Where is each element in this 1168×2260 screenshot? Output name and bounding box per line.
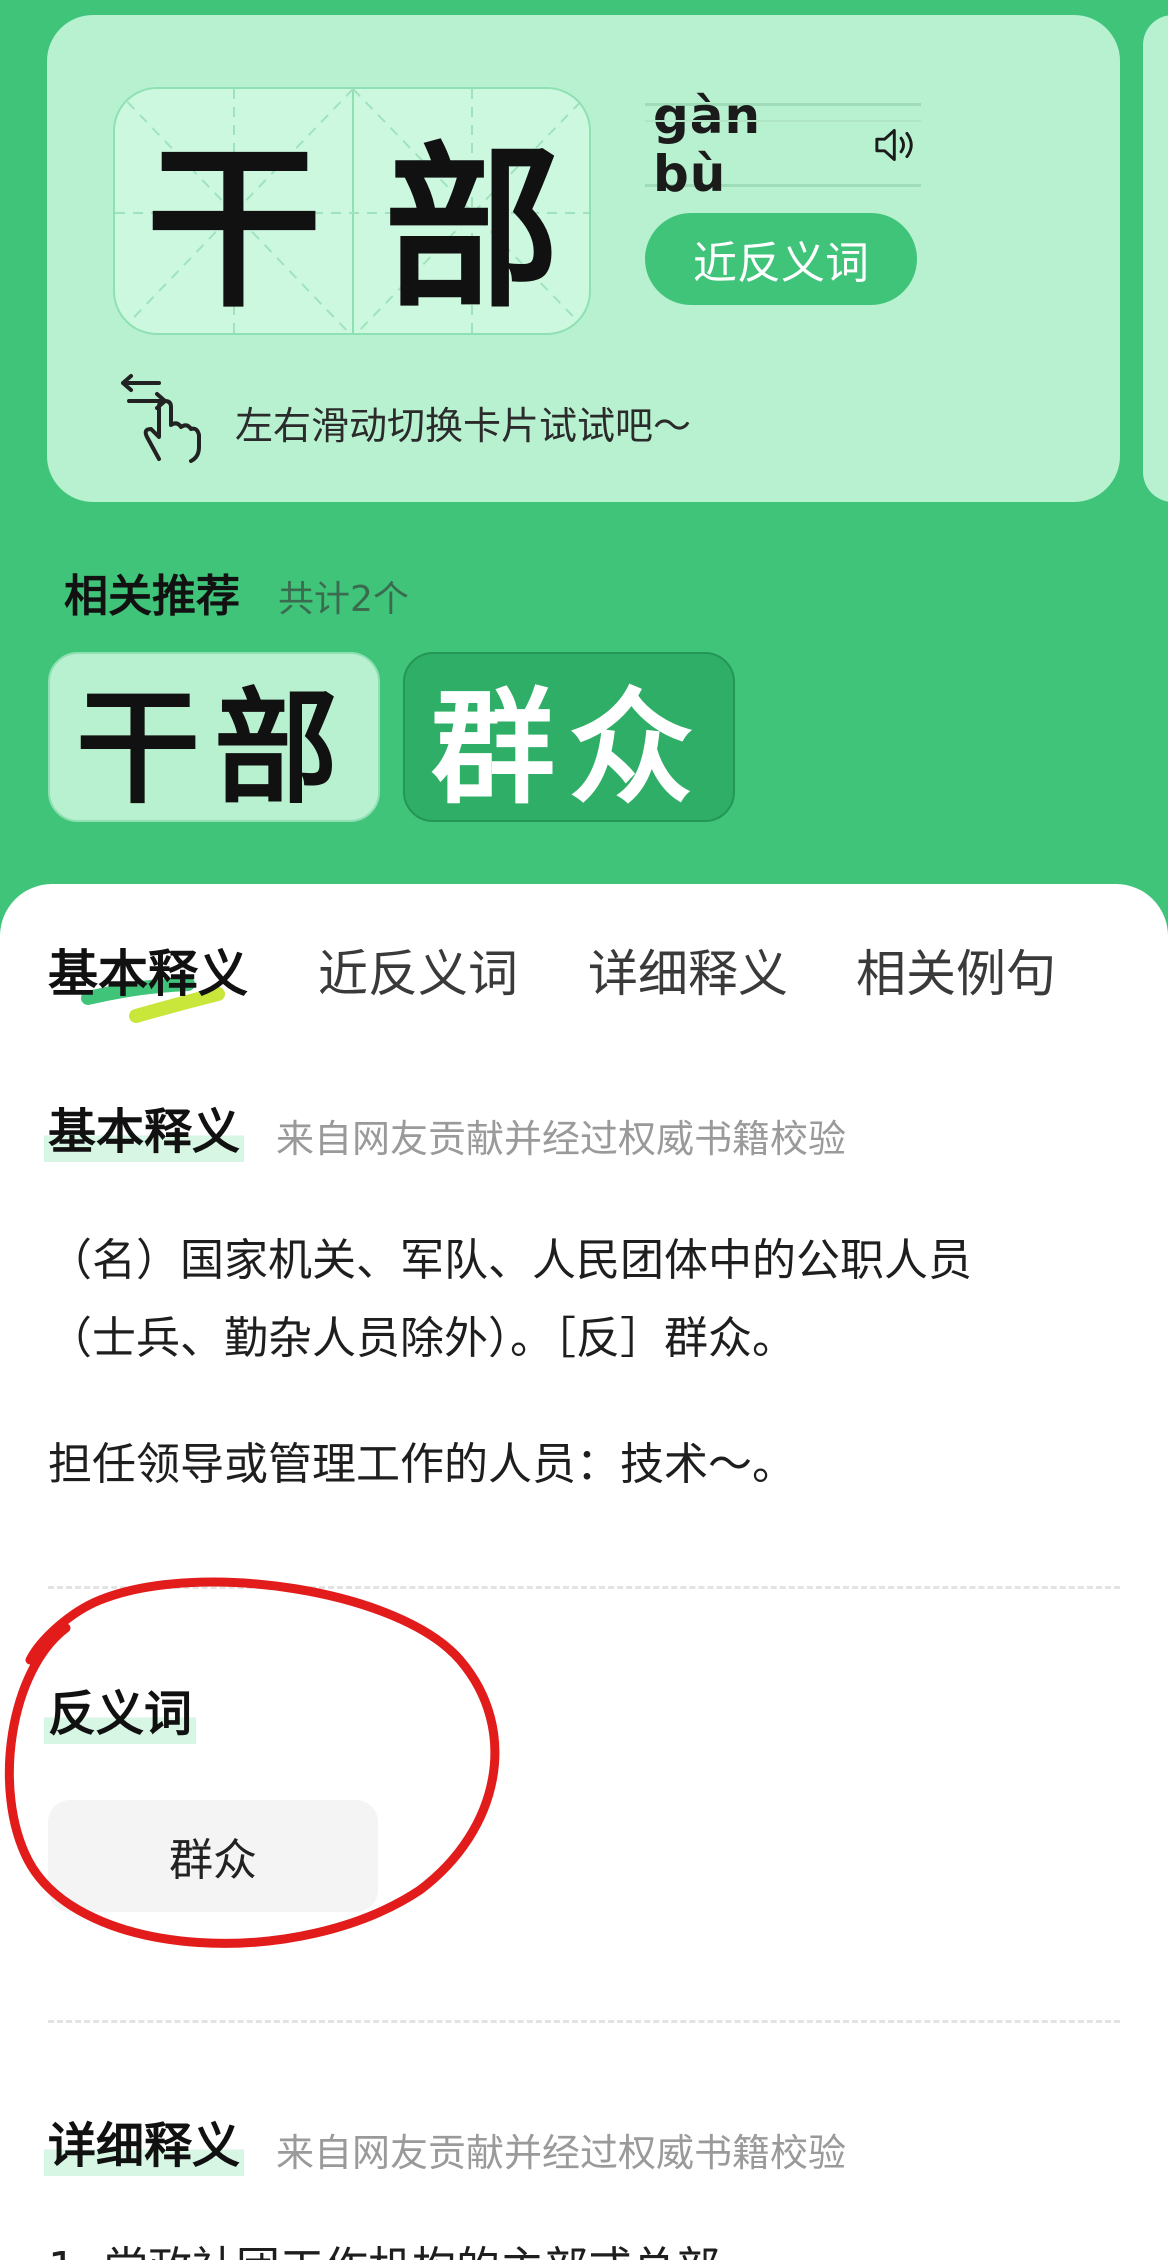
section-divider: [48, 1586, 1120, 1589]
detailed-definition-item-1: 1. 党政社团工作机构的主部或总部: [48, 2232, 720, 2260]
pinyin-text: gàn bù: [653, 87, 762, 203]
tab-basic-definition[interactable]: 基本释义: [48, 934, 248, 1006]
speaker-icon[interactable]: [873, 125, 921, 165]
synonym-antonym-button[interactable]: 近反义词: [645, 213, 917, 305]
basic-definition-title: 基本释义: [44, 1092, 245, 1162]
word-card[interactable]: 干 部 gàn bù 近反义词 左右滑动切换卡片试试吧～: [47, 15, 1120, 502]
definition-line-1: （名）国家机关、军队、人民团体中的公职人员: [48, 1235, 972, 1286]
related-item-ganbu[interactable]: 干部: [48, 652, 380, 822]
antonyms-title: 反义词: [44, 1674, 197, 1744]
detailed-definition-title: 详细释义: [44, 2106, 245, 2176]
antonym-chip[interactable]: 群众: [48, 1800, 378, 1912]
basic-definition-source: 来自网友贡献并经过权威书籍校验: [276, 1117, 847, 1161]
related-count: 共计2个: [278, 579, 409, 620]
definition-line-3: 担任领导或管理工作的人员：技术～。: [48, 1439, 796, 1490]
tab-synonyms-antonyms[interactable]: 近反义词: [318, 934, 518, 1006]
next-card-peek[interactable]: [1143, 15, 1168, 502]
pinyin-row: gàn bù: [645, 87, 921, 203]
character-tian-grid: 干 部: [113, 87, 591, 335]
definition-line-2: （士兵、勤杂人员除外）。［反］群众。: [48, 1313, 796, 1364]
detailed-definition-source: 来自网友贡献并经过权威书籍校验: [276, 2131, 847, 2175]
swipe-hint-text: 左右滑动切换卡片试试吧～: [235, 404, 692, 448]
tab-example-sentences[interactable]: 相关例句: [856, 934, 1056, 1006]
word-character-1: 干: [145, 124, 322, 332]
word-character-2: 部: [383, 124, 560, 332]
swipe-hand-icon: [121, 374, 201, 463]
section-divider-2: [48, 2020, 1120, 2023]
detail-sheet: [0, 884, 1168, 2260]
related-item-qunzhong[interactable]: 群众: [403, 652, 735, 822]
tab-detailed-definition[interactable]: 详细释义: [588, 934, 788, 1006]
related-title: 相关推荐: [64, 571, 240, 622]
